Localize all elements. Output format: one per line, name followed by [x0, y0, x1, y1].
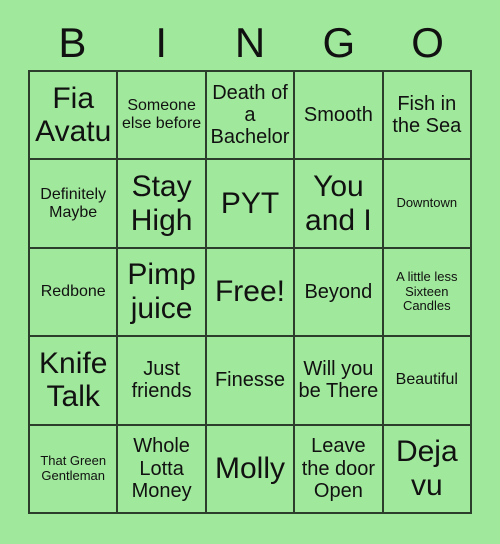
bingo-cell[interactable]: Fish in the Sea: [383, 72, 472, 161]
bingo-cell-label: Beautiful: [395, 371, 458, 389]
bingo-cell[interactable]: A little less Sixteen Candles: [383, 248, 472, 338]
bingo-cell-label: Someone else before: [122, 97, 202, 133]
bingo-cell[interactable]: Beautiful: [383, 337, 472, 426]
bingo-cell-label: Stay High: [130, 170, 193, 237]
bingo-cell-label: Whole Lotta Money: [131, 435, 192, 502]
bingo-cell[interactable]: Finesse: [206, 337, 296, 426]
bingo-cell[interactable]: Redbone: [30, 248, 119, 338]
bingo-cell[interactable]: Definitely Maybe: [30, 160, 119, 249]
header-letter-o: O: [411, 19, 444, 66]
header-letter-b: B: [58, 19, 87, 66]
bingo-cell-label: Fia Avatu: [35, 81, 112, 149]
bingo-cell-label: Will you be There: [298, 358, 379, 403]
bingo-cell-label: Knife Talk: [39, 346, 108, 414]
bingo-cell[interactable]: Fia Avatu: [30, 72, 119, 161]
bingo-cell[interactable]: Pimp juice: [118, 248, 207, 338]
header-letter-n: N: [234, 19, 266, 66]
bingo-cell[interactable]: Molly: [206, 425, 296, 514]
bingo-cell-label: Just friends: [131, 358, 192, 403]
bingo-cell-label: Leave the door Open: [301, 435, 376, 502]
bingo-cell[interactable]: Stay High: [118, 160, 207, 249]
bingo-cell-label: Death of a Bachelor: [210, 81, 290, 149]
bingo-cell[interactable]: Beyond: [295, 248, 384, 338]
bingo-cell[interactable]: Will you be There: [295, 337, 384, 426]
bingo-cell-label: Beyond: [304, 280, 373, 303]
bingo-header: B I N G O: [28, 16, 472, 70]
bingo-cell-label: Redbone: [40, 283, 106, 301]
bingo-cell-label: You and I: [305, 170, 372, 237]
bingo-cell-label: Molly: [214, 452, 285, 485]
bingo-cell-label: Deja vu: [395, 435, 458, 502]
bingo-cell-label: Smooth: [303, 104, 373, 126]
bingo-cell-free[interactable]: Free!: [206, 248, 296, 338]
bingo-cell-label: Fish in the Sea: [392, 92, 462, 138]
bingo-cell-label: A little less Sixteen Candles: [396, 269, 458, 314]
bingo-cell-label: That Green Gentleman: [40, 453, 107, 483]
bingo-cell[interactable]: Knife Talk: [30, 337, 119, 426]
bingo-cell-label: Finesse: [214, 369, 285, 392]
bingo-cell[interactable]: Downtown: [383, 160, 472, 249]
bingo-cell[interactable]: Someone else before: [118, 72, 207, 161]
bingo-cell[interactable]: Just friends: [118, 337, 207, 426]
header-letter-i: I: [155, 19, 168, 66]
bingo-cell-label: Definitely Maybe: [40, 185, 107, 221]
bingo-cell[interactable]: Leave the door Open: [295, 425, 384, 514]
bingo-cell-label: Free!: [214, 275, 285, 309]
bingo-card: B I N G O Fia Avatu Someone else before …: [0, 0, 500, 544]
bingo-cell-label: PYT: [220, 186, 280, 220]
bingo-cell[interactable]: Whole Lotta Money: [118, 425, 207, 514]
bingo-cell[interactable]: Deja vu: [383, 425, 472, 514]
header-letter-g: G: [322, 19, 356, 66]
bingo-cell[interactable]: Death of a Bachelor: [206, 72, 296, 161]
bingo-cell-label: Downtown: [396, 195, 458, 211]
bingo-cell[interactable]: PYT: [206, 160, 296, 249]
bingo-cell[interactable]: Smooth: [295, 72, 384, 161]
bingo-cell-label: Pimp juice: [127, 258, 196, 325]
bingo-cell[interactable]: You and I: [295, 160, 384, 249]
bingo-cell[interactable]: That Green Gentleman: [30, 425, 119, 514]
bingo-grid: Fia Avatu Someone else before Death of a…: [28, 70, 472, 514]
